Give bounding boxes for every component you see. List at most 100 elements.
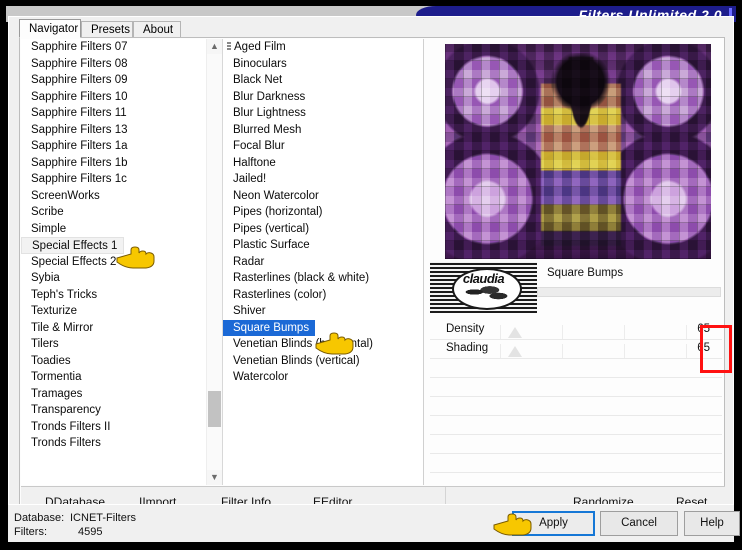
category-item[interactable]: Sybia <box>21 270 221 287</box>
parameter-row-empty <box>430 454 722 473</box>
tab-navigator[interactable]: Navigator <box>19 19 81 38</box>
category-item[interactable]: ScreenWorks <box>21 188 221 205</box>
parameter-row[interactable]: Density 65 <box>430 321 722 340</box>
category-item[interactable]: Tormentia <box>21 369 221 386</box>
filter-item[interactable]: Square Bumps <box>223 319 316 336</box>
parameter-rows: Density 65 Shading 65 <box>430 321 722 473</box>
list-grip-icon <box>227 42 231 51</box>
category-item[interactable]: Tronds Filters II <box>21 419 221 436</box>
scroll-down-icon[interactable]: ▼ <box>207 470 222 485</box>
claudia-watermark: claudia <box>430 262 537 313</box>
slider-tick <box>500 325 501 339</box>
category-item[interactable]: Transparency <box>21 402 221 419</box>
category-item[interactable]: Toadies <box>21 353 221 370</box>
filter-item[interactable]: Halftone <box>223 155 423 172</box>
filter-name-groove <box>537 287 721 297</box>
status-database-label: Database: <box>14 512 65 524</box>
filter-list-items: Aged Film Binoculars Black Net Blur Darknes… <box>223 39 423 386</box>
parameter-row-empty <box>430 359 722 378</box>
category-item[interactable]: Sapphire Filters 1a <box>21 138 221 155</box>
category-item[interactable]: Sapphire Filters 07 <box>21 39 221 56</box>
slider-thumb[interactable] <box>508 346 522 357</box>
category-scrollbar-thumb[interactable] <box>208 391 221 427</box>
help-button-label: Help <box>700 517 724 529</box>
parameter-row-empty <box>430 397 722 416</box>
filter-item[interactable]: Aged Film <box>223 39 423 56</box>
category-item[interactable]: Sapphire Filters 1c <box>21 171 221 188</box>
category-item[interactable]: Sapphire Filters 1b <box>21 155 221 172</box>
preview-image[interactable] <box>445 44 711 259</box>
category-item[interactable]: Scribe <box>21 204 221 221</box>
value-annotation-box <box>700 325 732 373</box>
status-database-value: ICNET-Filters <box>70 512 136 524</box>
filter-item[interactable]: Rasterlines (black & white) <box>223 270 423 287</box>
category-item[interactable]: Tronds Filters <box>21 435 221 452</box>
panel-divider <box>423 39 424 485</box>
apply-button[interactable]: Apply <box>512 511 595 536</box>
status-filters-value: 4595 <box>78 526 103 538</box>
filter-name: Square Bumps <box>547 267 624 279</box>
slider-tick <box>562 325 563 339</box>
slider-tick <box>562 344 563 358</box>
parameter-label: Shading <box>446 342 489 354</box>
slider-tick <box>624 344 625 358</box>
category-item[interactable]: Tilers <box>21 336 221 353</box>
tab-about[interactable]: About <box>133 21 181 38</box>
filter-item[interactable]: Neon Watercolor <box>223 188 423 205</box>
help-button[interactable]: Help <box>684 511 740 536</box>
tab-about-label: About <box>143 24 174 36</box>
window-body: Navigator Presets About Sapphire Filters… <box>8 16 734 542</box>
cancel-button[interactable]: Cancel <box>600 511 678 536</box>
category-item[interactable]: Tile & Mirror <box>21 320 221 337</box>
preview-and-params: claudia Square Bumps Density 65 Shading 65 <box>425 39 724 485</box>
scroll-up-icon[interactable]: ▲ <box>207 39 222 54</box>
parameter-row-empty <box>430 378 722 397</box>
category-item[interactable]: Special Effects 2 <box>21 254 221 271</box>
filter-item[interactable]: Radar <box>223 254 423 271</box>
parameter-slider[interactable] <box>500 340 690 358</box>
tab-presets[interactable]: Presets <box>81 21 133 38</box>
filter-item[interactable]: Focal Blur <box>223 138 423 155</box>
slider-tick <box>624 325 625 339</box>
filter-item[interactable]: Blur Lightness <box>223 105 423 122</box>
filter-item[interactable]: Blur Darkness <box>223 89 423 106</box>
category-item[interactable]: Teph's Tricks <box>21 287 221 304</box>
parameter-row-empty <box>430 435 722 454</box>
cancel-button-label: Cancel <box>621 517 657 529</box>
status-filters-label: Filters: <box>14 526 47 538</box>
category-item[interactable]: Sapphire Filters 08 <box>21 56 221 73</box>
filter-list[interactable]: Aged Film Binoculars Black Net Blur Darknes… <box>222 39 423 485</box>
category-list[interactable]: Sapphire Filters 07 Sapphire Filters 08 Sa… <box>21 39 221 485</box>
category-item[interactable]: Special Effects 1 <box>21 237 125 254</box>
filter-item[interactable]: Venetian Blinds (horizontal) <box>223 336 423 353</box>
parameter-row-empty <box>430 416 722 435</box>
parameter-slider[interactable] <box>500 321 690 339</box>
filter-item[interactable]: Shiver <box>223 303 423 320</box>
filter-item[interactable]: Plastic Surface <box>223 237 423 254</box>
tab-navigator-label: Navigator <box>29 23 79 35</box>
watermark-text: claudia <box>462 271 505 286</box>
apply-button-label: Apply <box>539 517 568 529</box>
parameter-row[interactable]: Shading 65 <box>430 340 722 359</box>
slider-tick <box>500 344 501 358</box>
category-item[interactable]: Sapphire Filters 10 <box>21 89 221 106</box>
slider-thumb[interactable] <box>508 327 522 338</box>
filter-item[interactable]: Black Net <box>223 72 423 89</box>
filter-item[interactable]: Pipes (vertical) <box>223 221 423 238</box>
filter-item[interactable]: Pipes (horizontal) <box>223 204 423 221</box>
category-scrollbar[interactable]: ▲ ▼ <box>206 39 222 485</box>
category-item[interactable]: Texturize <box>21 303 221 320</box>
tab-bar: Navigator Presets About <box>19 19 725 38</box>
category-item[interactable]: Simple <box>21 221 221 238</box>
category-item[interactable]: Tramages <box>21 386 221 403</box>
filter-item[interactable]: Watercolor <box>223 369 423 386</box>
category-item[interactable]: Sapphire Filters 11 <box>21 105 221 122</box>
filter-item[interactable]: Blurred Mesh <box>223 122 423 139</box>
filter-item[interactable]: Jailed! <box>223 171 423 188</box>
category-item[interactable]: Sapphire Filters 09 <box>21 72 221 89</box>
filter-item[interactable]: Rasterlines (color) <box>223 287 423 304</box>
category-item[interactable]: Sapphire Filters 13 <box>21 122 221 139</box>
navigator-panel: Sapphire Filters 07 Sapphire Filters 08 Sa… <box>19 37 725 519</box>
filter-item[interactable]: Binoculars <box>223 56 423 73</box>
filter-item[interactable]: Venetian Blinds (vertical) <box>223 353 423 370</box>
